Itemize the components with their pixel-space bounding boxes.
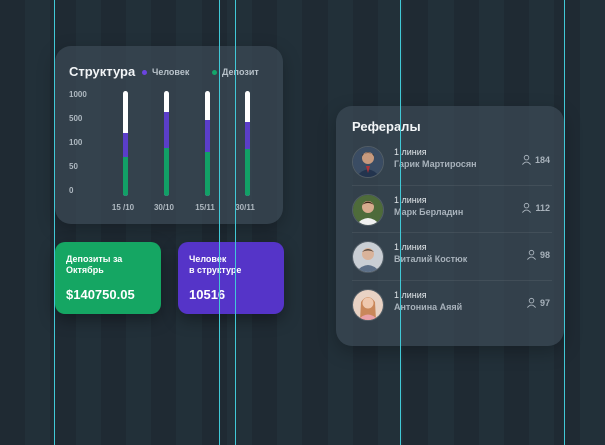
people-tile-label-line2: в структуре bbox=[189, 265, 242, 275]
avatar bbox=[352, 146, 384, 178]
avatar bbox=[352, 241, 384, 273]
avatar-4-image bbox=[353, 290, 383, 320]
referral-row[interactable]: 1 линия Виталий Костюк 98 bbox=[352, 237, 552, 275]
y-tick: 500 bbox=[69, 114, 83, 123]
divider bbox=[352, 232, 552, 233]
x-tick: 15/11 bbox=[195, 203, 215, 212]
referral-count-value: 97 bbox=[539, 297, 550, 308]
structure-title: Структура bbox=[69, 64, 136, 79]
x-tick: 30/11 bbox=[235, 203, 255, 212]
avatar bbox=[352, 194, 384, 226]
referral-name: Антонина Аяяй bbox=[394, 302, 463, 312]
people-tile-label: Человек в структуре bbox=[189, 254, 279, 276]
guide-line bbox=[54, 0, 55, 445]
referral-count-value: 112 bbox=[535, 202, 550, 213]
bar-track bbox=[123, 91, 128, 196]
referral-count: 112 bbox=[521, 202, 550, 213]
divider bbox=[352, 280, 552, 281]
bar-track bbox=[245, 91, 250, 196]
avatar-2-image bbox=[353, 195, 383, 225]
x-tick: 15 /10 bbox=[111, 203, 135, 212]
bar-deposit bbox=[164, 148, 169, 196]
referral-name: Виталий Костюк bbox=[394, 254, 468, 264]
structure-card: Структура Человек Депозит 1000 500 100 5… bbox=[55, 46, 283, 224]
y-tick: 1000 bbox=[69, 90, 87, 99]
user-icon bbox=[522, 202, 532, 213]
bar-deposit bbox=[123, 157, 128, 196]
referral-line: 1 линия bbox=[394, 195, 427, 205]
divider bbox=[352, 185, 552, 186]
guide-line bbox=[400, 0, 401, 445]
referral-row[interactable]: 1 линия Марк Берладин 112 bbox=[352, 190, 552, 228]
referral-line: 1 линия bbox=[394, 147, 427, 157]
referral-count-value: 98 bbox=[539, 249, 550, 260]
referral-count: 184 bbox=[521, 154, 550, 165]
referrals-title: Рефералы bbox=[352, 119, 421, 134]
avatar-1-image bbox=[353, 147, 383, 177]
referral-line: 1 линия bbox=[394, 290, 427, 300]
referral-line: 1 линия bbox=[394, 242, 427, 252]
avatar bbox=[352, 289, 384, 321]
referral-count: 98 bbox=[526, 249, 550, 260]
deposits-tile-value: $140750.05 bbox=[66, 287, 135, 302]
legend-label-deposit: Депозит bbox=[222, 67, 259, 77]
referral-name: Гарик Мартиросян bbox=[394, 159, 477, 169]
referral-name: Марк Берладин bbox=[394, 207, 464, 217]
y-tick: 50 bbox=[69, 162, 78, 171]
bar-track bbox=[205, 91, 210, 196]
referrals-card: Рефералы 1 линия Гарик Мартиросян 184 1 … bbox=[336, 106, 564, 346]
guide-line bbox=[235, 0, 236, 445]
user-icon bbox=[521, 154, 531, 165]
y-tick: 100 bbox=[69, 138, 83, 147]
y-tick: 0 bbox=[69, 186, 74, 195]
legend-dot-people bbox=[142, 69, 147, 75]
referral-row[interactable]: 1 линия Антонина Аяяй 97 bbox=[352, 285, 552, 323]
people-tile-label-line1: Человек bbox=[189, 254, 227, 264]
user-icon bbox=[527, 249, 536, 260]
legend-label-people: Человек bbox=[152, 67, 190, 77]
deposits-tile[interactable]: Депозиты за Октябрь $140750.05 bbox=[55, 242, 161, 314]
legend-people: Человек bbox=[142, 67, 189, 77]
referral-row[interactable]: 1 линия Гарик Мартиросян 184 bbox=[352, 142, 552, 180]
deposits-tile-label: Депозиты за Октябрь bbox=[66, 254, 123, 275]
bar-deposit bbox=[205, 152, 210, 196]
legend-dot-deposit bbox=[212, 69, 217, 75]
guide-line bbox=[564, 0, 565, 445]
bar-track bbox=[164, 91, 169, 196]
user-icon bbox=[527, 297, 536, 308]
x-tick: 30/10 bbox=[153, 203, 175, 212]
referral-count-value: 184 bbox=[534, 154, 550, 165]
people-tile[interactable]: Человек в структуре 10516 bbox=[178, 242, 284, 314]
guide-line bbox=[219, 0, 220, 445]
bar-deposit bbox=[245, 149, 250, 196]
referral-count: 97 bbox=[526, 297, 550, 308]
avatar-3-image bbox=[353, 242, 383, 272]
